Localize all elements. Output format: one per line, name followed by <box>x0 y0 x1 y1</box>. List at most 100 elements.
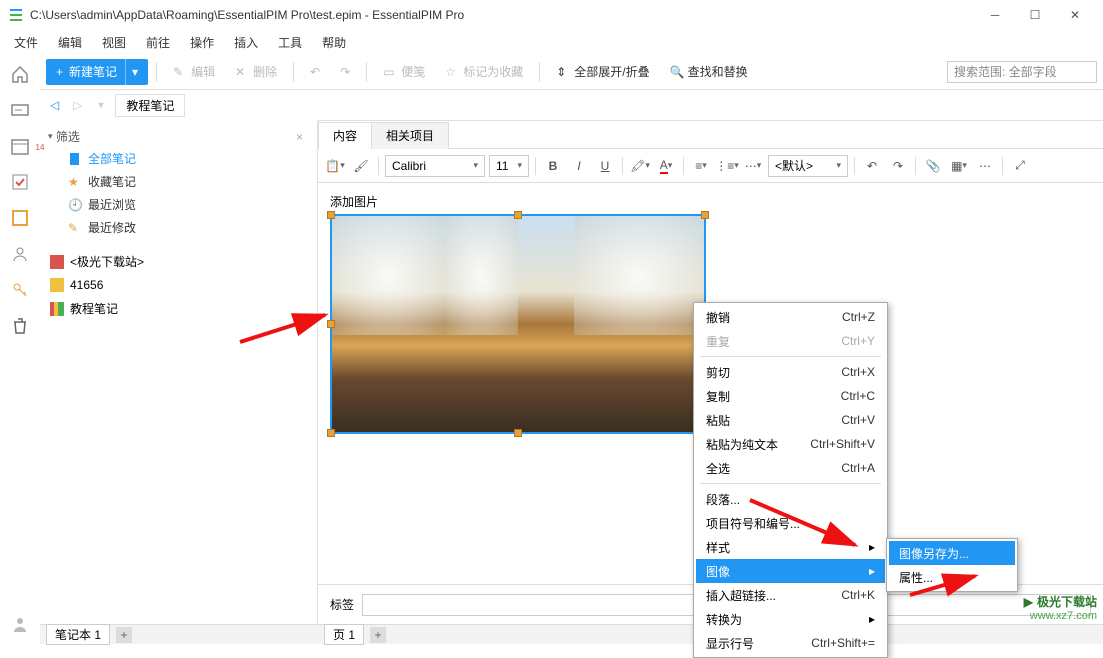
nav-dropdown-icon[interactable]: ▼ <box>92 100 109 110</box>
resize-handle[interactable] <box>514 211 522 219</box>
symbols-icon[interactable]: ⋯ <box>974 155 996 177</box>
app-logo-icon <box>8 7 24 23</box>
memo-button[interactable]: ▭便笺 <box>375 59 433 85</box>
notes-icon[interactable] <box>10 208 30 228</box>
contact-icon[interactable] <box>10 244 30 264</box>
menu-view[interactable]: 视图 <box>92 32 136 53</box>
expand-editor-icon[interactable]: ⤢ <box>1009 155 1031 177</box>
annotation-arrow <box>235 307 335 350</box>
close-button[interactable]: ✕ <box>1055 0 1095 30</box>
undo-button[interactable]: ↶ <box>861 155 883 177</box>
tab-content[interactable]: 内容 <box>318 122 372 149</box>
ctx-cut[interactable]: 剪切Ctrl+X <box>696 360 885 384</box>
ctx-image[interactable]: 图像▸ <box>696 559 885 583</box>
redo-button[interactable]: ↷ <box>887 155 909 177</box>
undo-tb-button[interactable]: ↶ <box>302 59 328 85</box>
tree-all-notes[interactable]: 全部笔记 <box>44 147 313 170</box>
align-button[interactable]: ≡▾ <box>690 155 712 177</box>
nav-back-icon[interactable]: ◁ <box>46 98 63 112</box>
resize-handle[interactable] <box>327 429 335 437</box>
new-note-button[interactable]: + 新建笔记 ▾ <box>46 59 148 85</box>
format-painter-icon[interactable]: 🖌 <box>350 155 372 177</box>
menu-edit[interactable]: 编辑 <box>48 32 92 53</box>
notebook-tab[interactable]: 笔记本 1 <box>46 624 110 645</box>
annotation-arrow <box>745 495 865 558</box>
style-select[interactable]: <默认>▾ <box>768 155 848 177</box>
find-replace-button[interactable]: 🔍查找和替换 <box>662 59 756 85</box>
binoculars-icon: 🔍 <box>670 65 684 79</box>
font-select[interactable]: Calibri▾ <box>385 155 485 177</box>
image-placeholder <box>332 216 704 432</box>
recent-icon: 🕘 <box>68 198 82 212</box>
resize-handle[interactable] <box>514 429 522 437</box>
page-tab[interactable]: 页 1 <box>324 624 364 645</box>
resize-handle[interactable] <box>327 211 335 219</box>
list-button[interactable]: ⋮≡▾ <box>716 155 738 177</box>
ctx-line-numbers[interactable]: 显示行号Ctrl+Shift+= <box>696 631 885 655</box>
ctx-copy[interactable]: 复制Ctrl+C <box>696 384 885 408</box>
table-icon[interactable]: ▦▾ <box>948 155 970 177</box>
notebook-item[interactable]: 41656 <box>44 274 313 296</box>
tree-favorites[interactable]: ★ 收藏笔记 <box>44 170 313 193</box>
highlight-button[interactable]: 🖍▾ <box>629 155 651 177</box>
clear-filter-icon[interactable]: × <box>290 130 309 144</box>
resize-handle[interactable] <box>701 211 709 219</box>
delete-button[interactable]: ✕删除 <box>227 59 285 85</box>
ctx-undo[interactable]: 撤销Ctrl+Z <box>696 305 885 329</box>
ctx-convert[interactable]: 转换为▸ <box>696 607 885 631</box>
separator <box>156 62 157 82</box>
paste-icon[interactable]: 📋▾ <box>324 155 346 177</box>
user-icon[interactable] <box>10 614 30 634</box>
tree-recent-edit[interactable]: ✎ 最近修改 <box>44 216 313 239</box>
nav-forward-icon[interactable]: ▷ <box>69 98 86 112</box>
notebook-icon <box>50 278 64 292</box>
memo-icon: ▭ <box>383 65 397 79</box>
tree-recent-view[interactable]: 🕘 最近浏览 <box>44 193 313 216</box>
calendar-icon[interactable]: 14 <box>10 136 30 156</box>
notebook-item[interactable]: <极光下载站> <box>44 249 313 274</box>
search-input[interactable]: 搜索范围: 全部字段 <box>947 61 1097 83</box>
underline-button[interactable]: U <box>594 155 616 177</box>
italic-button[interactable]: I <box>568 155 590 177</box>
minimize-button[interactable]: ─ <box>975 0 1015 30</box>
separator <box>293 62 294 82</box>
fontsize-select[interactable]: 11▾ <box>489 155 529 177</box>
menu-bar: 文件 编辑 视图 前往 操作 插入 工具 帮助 <box>0 30 1103 54</box>
expand-button[interactable]: ⇕全部展开/折叠 <box>548 59 657 85</box>
favorite-button[interactable]: ☆标记为收藏 <box>437 59 531 85</box>
menu-help[interactable]: 帮助 <box>312 32 356 53</box>
ctx-image-saveas[interactable]: 图像另存为... <box>889 541 1015 565</box>
filter-heading[interactable]: ▾ 筛选 × <box>44 126 313 147</box>
more-button[interactable]: ⋯▾ <box>742 155 764 177</box>
ctx-select-all[interactable]: 全选Ctrl+A <box>696 456 885 480</box>
new-note-dropdown[interactable]: ▾ <box>125 59 138 85</box>
edit-button[interactable]: ✎编辑 <box>165 59 223 85</box>
fontcolor-button[interactable]: A▾ <box>655 155 677 177</box>
menu-tools[interactable]: 工具 <box>268 32 312 53</box>
title-bar: C:\Users\admin\AppData\Roaming\Essential… <box>0 0 1103 30</box>
breadcrumb-current[interactable]: 教程笔记 <box>115 94 185 117</box>
add-notebook-button[interactable]: + <box>116 627 132 643</box>
home-icon[interactable] <box>10 64 30 84</box>
trash-icon[interactable] <box>10 316 30 336</box>
bold-button[interactable]: B <box>542 155 564 177</box>
context-menu: 撤销Ctrl+Z 重复Ctrl+Y 剪切Ctrl+X 复制Ctrl+C 粘贴Ct… <box>693 302 888 658</box>
selected-image[interactable] <box>330 214 706 434</box>
menu-insert[interactable]: 插入 <box>224 32 268 53</box>
ctx-paste-plain[interactable]: 粘贴为纯文本Ctrl+Shift+V <box>696 432 885 456</box>
maximize-button[interactable]: ☐ <box>1015 0 1055 30</box>
menu-goto[interactable]: 前往 <box>136 32 180 53</box>
card-icon[interactable] <box>10 100 30 120</box>
ctx-redo: 重复Ctrl+Y <box>696 329 885 353</box>
notebook-icon <box>50 255 64 269</box>
add-page-button[interactable]: + <box>370 627 386 643</box>
attach-icon[interactable]: 📎 <box>922 155 944 177</box>
check-icon[interactable] <box>10 172 30 192</box>
tab-related[interactable]: 相关项目 <box>371 122 449 149</box>
ctx-hyperlink[interactable]: 插入超链接...Ctrl+K <box>696 583 885 607</box>
key-icon[interactable] <box>10 280 30 300</box>
ctx-paste[interactable]: 粘贴Ctrl+V <box>696 408 885 432</box>
menu-action[interactable]: 操作 <box>180 32 224 53</box>
redo-tb-button[interactable]: ↷ <box>332 59 358 85</box>
menu-file[interactable]: 文件 <box>4 32 48 53</box>
